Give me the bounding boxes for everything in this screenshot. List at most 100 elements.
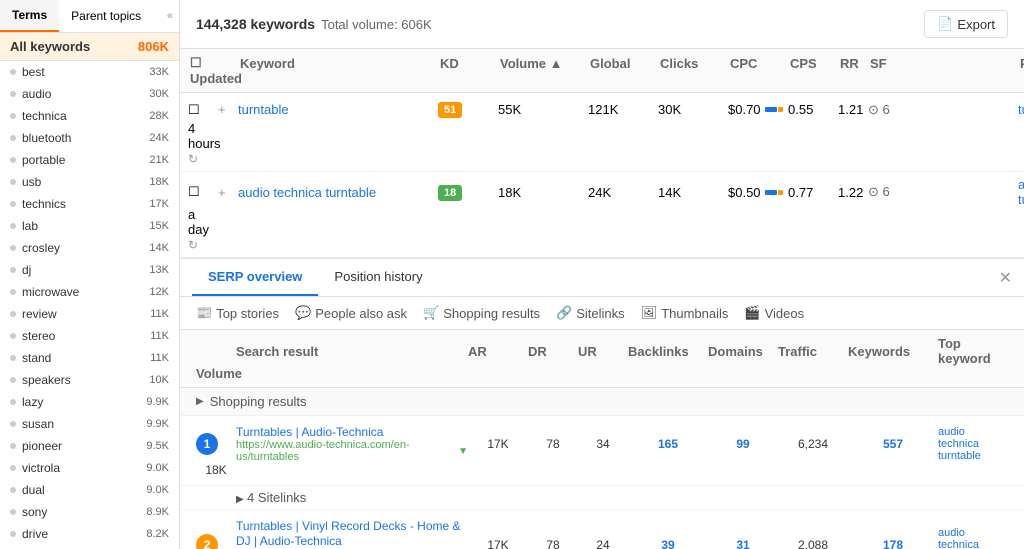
- col-keyword[interactable]: Keyword: [238, 56, 438, 71]
- sitelinks-row[interactable]: ▶ 4 Sitelinks: [180, 486, 1024, 510]
- sidebar-collapse-button[interactable]: «: [161, 0, 179, 32]
- sidebar-item[interactable]: dj 13K: [0, 259, 179, 281]
- url-expand-icon[interactable]: ▼: [458, 446, 468, 457]
- serp-main-tabs: SERP overview Position history: [192, 259, 439, 296]
- sidebar-tab-terms[interactable]: Terms: [0, 0, 59, 32]
- sidebar-item[interactable]: portable 21K: [0, 149, 179, 171]
- row-keyword-link[interactable]: turntable: [238, 102, 438, 117]
- total-volume: Total volume: 606K: [321, 17, 432, 32]
- col-cpc[interactable]: CPC: [728, 56, 788, 71]
- sidebar-item[interactable]: susan 9.9K: [0, 413, 179, 435]
- filter-thumbnails[interactable]: 🖼 Thumbnails: [641, 305, 729, 321]
- result-title-link[interactable]: Turntables | Vinyl Record Decks - Home &…: [236, 519, 461, 548]
- sidebar-item[interactable]: victrola 9.0K: [0, 457, 179, 479]
- sitelinks-triangle-icon: ▶: [236, 494, 244, 505]
- sidebar-item-dot: [10, 223, 16, 229]
- col-clicks[interactable]: Clicks: [658, 56, 728, 71]
- sidebar-item[interactable]: bluetooth 24K: [0, 127, 179, 149]
- row-keyword-link[interactable]: audio technica turntable: [238, 185, 438, 200]
- col-rr[interactable]: RR: [838, 56, 868, 71]
- sidebar-item-volume: 24K: [149, 132, 169, 144]
- filter-top-stories[interactable]: 📰 Top stories: [196, 305, 279, 321]
- sidebar-item[interactable]: lab 15K: [0, 215, 179, 237]
- sidebar-item-dot: [10, 421, 16, 427]
- sidebar-item[interactable]: dual 9.0K: [0, 479, 179, 501]
- row-cpc: $0.70: [728, 102, 788, 117]
- filter-videos[interactable]: 🎬 Videos: [744, 305, 804, 321]
- serp-tabs-bar: SERP overview Position history ✕: [180, 259, 1024, 297]
- col-domains: Domains: [708, 344, 778, 359]
- kw-table-header: ☐ Keyword KD Volume ▲ Global Clicks CPC …: [180, 49, 1024, 93]
- filter-people-also-ask[interactable]: 💬 People also ask: [295, 305, 407, 321]
- sidebar-item[interactable]: technics 17K: [0, 193, 179, 215]
- sidebar-item[interactable]: best 33K: [0, 61, 179, 83]
- sidebar-item-dot: [10, 135, 16, 141]
- row-checkbox[interactable]: ☐: [188, 102, 218, 118]
- sidebar-item-keyword: stand: [22, 351, 51, 365]
- sidebar-item[interactable]: cake 7.6K: [0, 545, 179, 549]
- sidebar-item[interactable]: technica 28K: [0, 105, 179, 127]
- col-volume: Volume: [196, 366, 236, 381]
- col-parent-topic[interactable]: Parent topic: [1018, 56, 1024, 71]
- serp-tab-overview[interactable]: SERP overview: [192, 259, 318, 296]
- col-global[interactable]: Global: [588, 56, 658, 71]
- col-volume[interactable]: Volume ▲: [498, 56, 588, 71]
- sidebar-item[interactable]: stand 11K: [0, 347, 179, 369]
- col-search-result: Search result: [236, 344, 468, 359]
- refresh-icon[interactable]: ↻: [188, 152, 198, 166]
- sidebar-item[interactable]: speakers 10K: [0, 369, 179, 391]
- sidebar-item[interactable]: review 11K: [0, 303, 179, 325]
- row-add-icon[interactable]: +: [218, 102, 238, 117]
- refresh-icon[interactable]: ↻: [188, 238, 198, 252]
- col-updated[interactable]: Updated: [188, 71, 218, 86]
- filter-sitelinks[interactable]: 🔗 Sitelinks: [556, 305, 625, 321]
- col-kd[interactable]: KD: [438, 56, 498, 71]
- col-backlinks: Backlinks: [628, 344, 708, 359]
- sidebar-item-keyword: drive: [22, 527, 48, 541]
- result-ar: 17K: [468, 538, 528, 549]
- sidebar-item[interactable]: pioneer 9.5K: [0, 435, 179, 457]
- sidebar-item-dot: [10, 509, 16, 515]
- sidebar-item-dot: [10, 201, 16, 207]
- row-cps: 0.55: [788, 102, 838, 117]
- result-dr: 78: [528, 538, 578, 549]
- sidebar-item[interactable]: crosley 14K: [0, 237, 179, 259]
- sidebar-item[interactable]: audio 30K: [0, 83, 179, 105]
- sitelinks-label: Sitelinks: [576, 306, 624, 321]
- sidebar-item[interactable]: drive 8.2K: [0, 523, 179, 545]
- sidebar-item[interactable]: lazy 9.9K: [0, 391, 179, 413]
- sidebar-item-volume: 8.9K: [146, 506, 169, 518]
- result-title-link[interactable]: Turntables | Audio-Technica: [236, 425, 383, 439]
- sidebar-item-volume: 12K: [149, 286, 169, 298]
- sidebar-all-keywords[interactable]: All keywords 806K: [0, 33, 179, 61]
- sidebar-item-dot: [10, 91, 16, 97]
- sidebar-item[interactable]: microwave 12K: [0, 281, 179, 303]
- sidebar-item-keyword: technica: [22, 109, 67, 123]
- sidebar-item-keyword: sony: [22, 505, 47, 519]
- row-checkbox[interactable]: ☐: [188, 184, 218, 200]
- sidebar-item-dot: [10, 245, 16, 251]
- export-button[interactable]: 📄 Export: [924, 10, 1008, 38]
- shopping-results-section[interactable]: ▶ Shopping results: [180, 388, 1024, 416]
- sidebar-item-keyword: victrola: [22, 461, 60, 475]
- row-parent-topic[interactable]: audio technica turntable: [1018, 177, 1024, 207]
- sidebar-item-dot: [10, 113, 16, 119]
- row-add-icon[interactable]: +: [218, 185, 238, 200]
- serp-close-button[interactable]: ✕: [999, 268, 1012, 288]
- result-backlinks: 165: [628, 437, 708, 451]
- col-ur: UR: [578, 344, 628, 359]
- filter-shopping-results[interactable]: 🛒 Shopping results: [423, 305, 540, 321]
- result-ur: 24: [578, 538, 628, 549]
- sidebar-item-keyword: portable: [22, 153, 65, 167]
- sidebar-item[interactable]: usb 18K: [0, 171, 179, 193]
- sidebar-item[interactable]: sony 8.9K: [0, 501, 179, 523]
- col-cps[interactable]: CPS: [788, 56, 838, 71]
- col-sf[interactable]: SF: [868, 56, 1018, 71]
- sidebar-item-dot: [10, 157, 16, 163]
- serp-tab-position-history[interactable]: Position history: [318, 259, 438, 296]
- sidebar-item[interactable]: stereo 11K: [0, 325, 179, 347]
- all-keywords-label: All keywords: [10, 39, 90, 54]
- row-parent-topic[interactable]: turntable: [1018, 102, 1024, 117]
- sidebar-tab-parent-topics[interactable]: Parent topics: [59, 0, 153, 32]
- sidebar-item-dot: [10, 399, 16, 405]
